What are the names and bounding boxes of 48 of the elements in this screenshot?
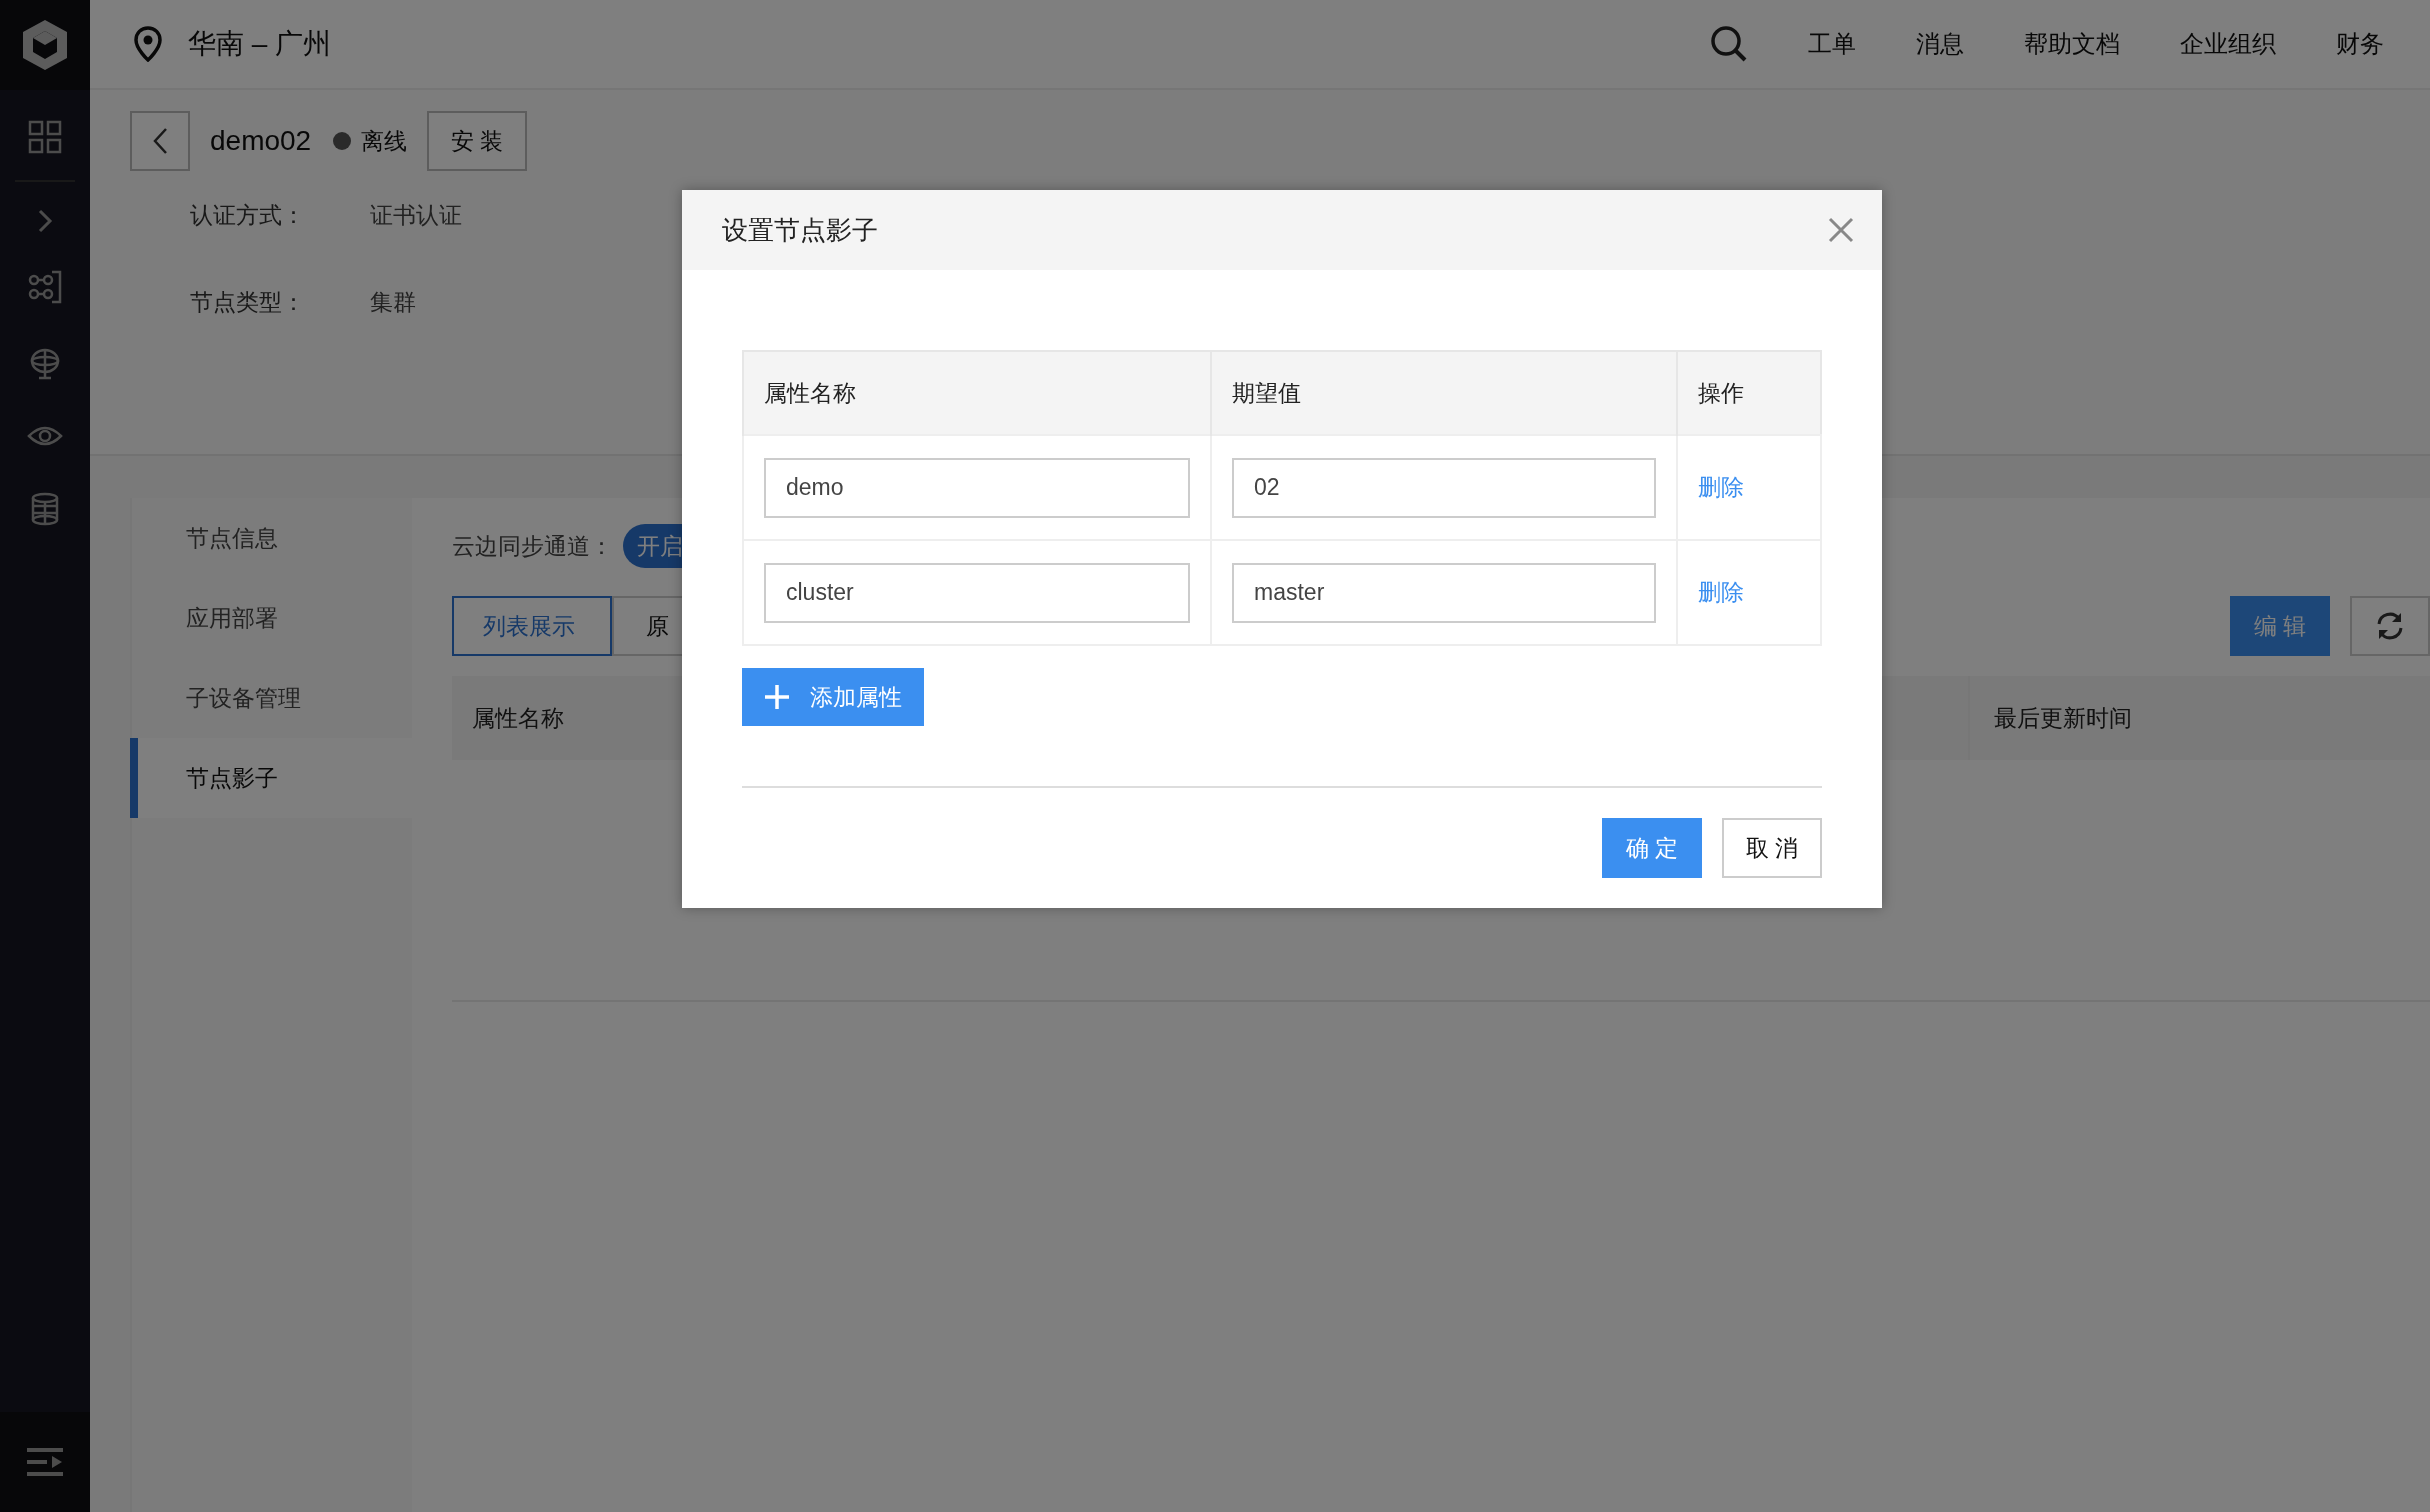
add-property-button[interactable]: 添加属性 — [742, 668, 924, 726]
sub-nav-item[interactable]: 应用部署 — [130, 578, 412, 658]
plus-icon — [764, 684, 790, 710]
input-field[interactable]: 02 — [1232, 457, 1656, 518]
chevron-right-icon[interactable] — [37, 208, 53, 234]
column-header: 属性名称 — [471, 703, 564, 733]
field-label: 认证方式： — [190, 201, 306, 230]
sub-nav-item[interactable]: 节点信息 — [130, 498, 412, 578]
menu-collapse-icon[interactable] — [27, 1446, 63, 1478]
close-icon — [1828, 217, 1854, 243]
view-tab[interactable]: 列表展示 — [452, 596, 612, 656]
database-icon[interactable] — [29, 492, 61, 526]
back-button[interactable] — [130, 111, 190, 171]
column-header: 期望值 — [1211, 351, 1677, 435]
delete-link[interactable]: 删除 — [1698, 474, 1744, 500]
input-field[interactable]: master — [1232, 562, 1656, 623]
field-label: 节点类型： — [190, 288, 306, 317]
cancel-button[interactable]: 取 消 — [1722, 818, 1822, 878]
chevron-left-icon — [152, 127, 168, 155]
globe-icon[interactable] — [28, 346, 62, 380]
dialog-title: 设置节点影子 — [722, 213, 879, 247]
sub-nav-item[interactable]: 子设备管理 — [130, 658, 412, 738]
delete-link[interactable]: 删除 — [1698, 579, 1744, 605]
confirm-button[interactable]: 确 定 — [1602, 818, 1702, 878]
refresh-icon — [2375, 611, 2405, 641]
column-header: 操作 — [1677, 351, 1821, 435]
region-selector[interactable]: 华南 – 广州 — [188, 25, 332, 63]
nav-link[interactable]: 工单 — [1808, 28, 1856, 60]
field-value: 集群 — [370, 288, 416, 317]
search-icon[interactable] — [1710, 25, 1748, 63]
location-pin-icon[interactable] — [134, 26, 162, 62]
field-value: 证书认证 — [370, 201, 462, 230]
sync-label: 云边同步通道： — [452, 531, 613, 561]
eye-icon[interactable] — [27, 424, 63, 448]
nav-link[interactable]: 消息 — [1916, 28, 1964, 60]
input-field[interactable]: cluster — [764, 562, 1190, 623]
column-header: 最后更新时间 — [1968, 676, 2430, 760]
node-status: 离线 — [361, 126, 408, 156]
column-header: 属性名称 — [743, 351, 1211, 435]
nodes-icon[interactable] — [28, 270, 62, 304]
nav-link[interactable]: 财务 — [2336, 28, 2384, 60]
node-name: demo02 — [210, 125, 312, 157]
install-button[interactable]: 安 装 — [427, 111, 528, 171]
nav-link[interactable]: 企业组织 — [2180, 28, 2276, 60]
refresh-button[interactable] — [2350, 596, 2430, 656]
input-field[interactable]: demo — [764, 457, 1190, 518]
grid-icon[interactable] — [28, 120, 62, 154]
nav-link[interactable]: 帮助文档 — [2024, 28, 2120, 60]
